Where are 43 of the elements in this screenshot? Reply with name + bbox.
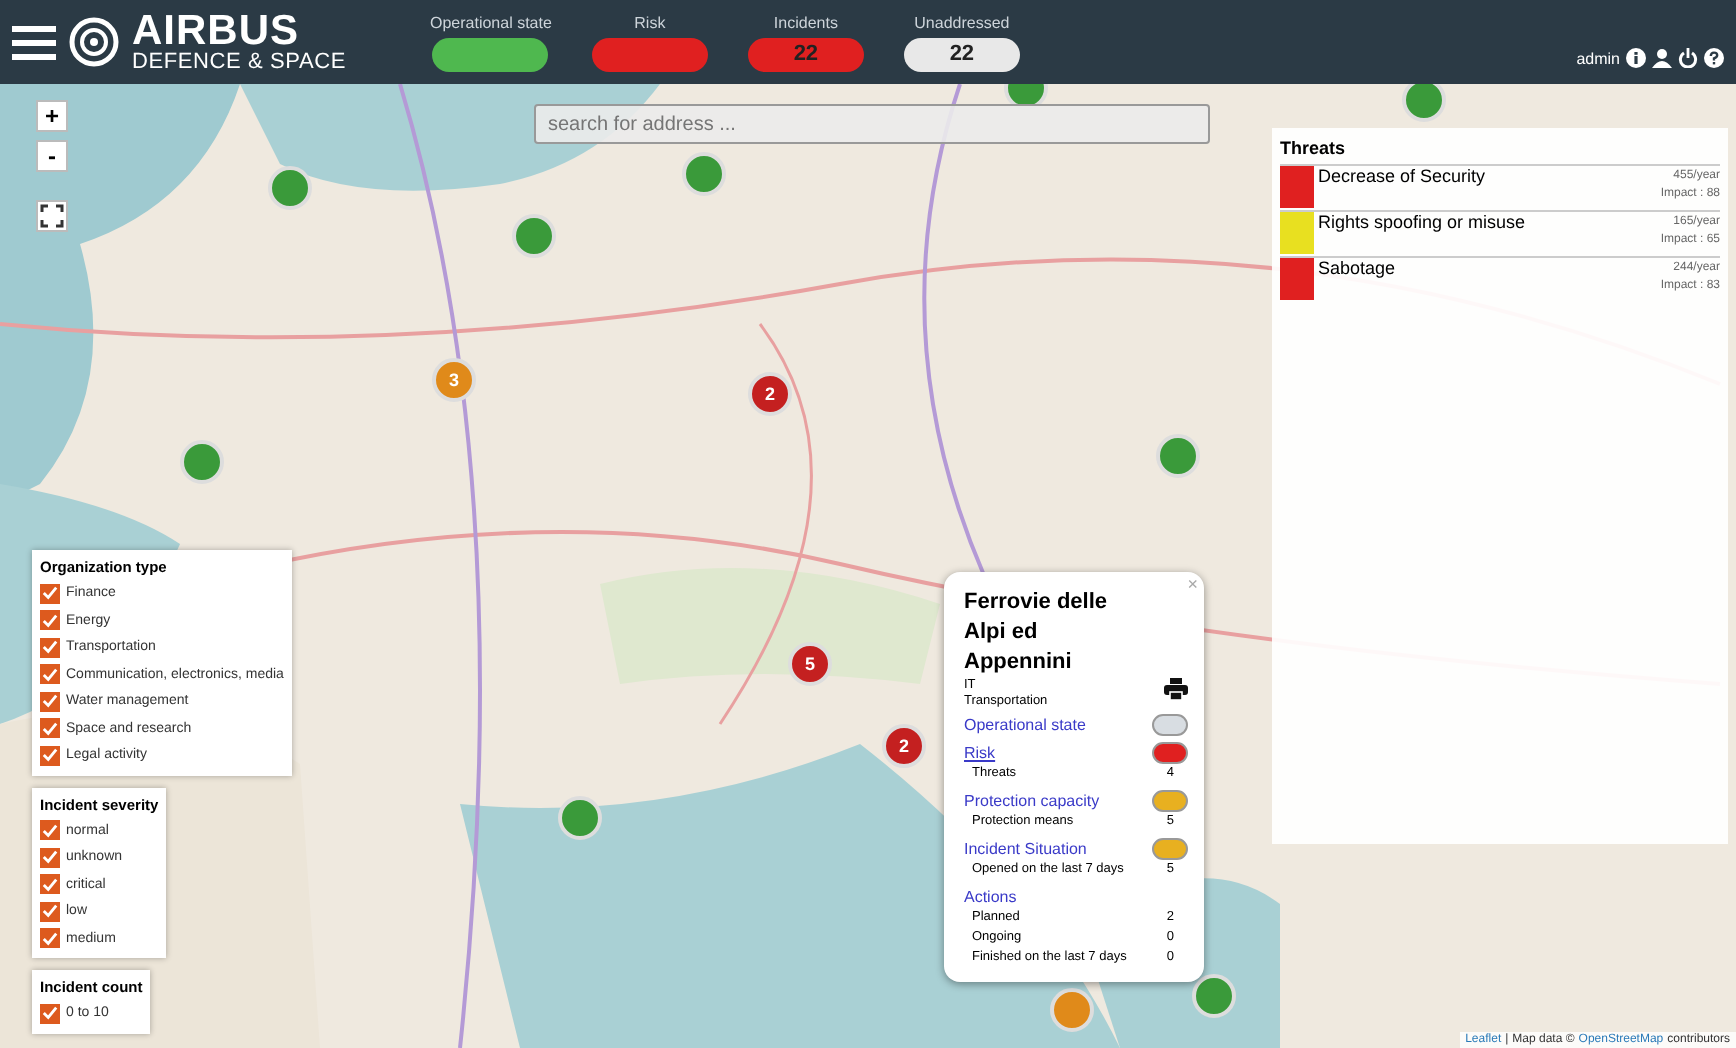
indicator-label: Operational state [430,13,552,31]
checkbox[interactable] [40,637,60,658]
section-link[interactable]: Actions [964,887,1017,905]
checkbox[interactable] [40,874,60,895]
info-icon[interactable] [1626,48,1646,68]
checkbox[interactable] [40,664,60,685]
threat-name: Decrease of Security [1316,166,1488,186]
checkbox[interactable] [40,820,60,841]
search-field[interactable]: search for address ... [534,104,1210,144]
help-icon[interactable] [1704,48,1724,68]
logo-subtitle: DEFENCE & SPACE [132,52,346,74]
checkbox[interactable] [40,847,60,868]
checkbox[interactable] [40,583,60,604]
site-name: Ferrovie delle Alpi ed Appennini [964,588,1110,678]
checkbox[interactable] [40,610,60,631]
status-pill: 22 [747,37,864,71]
section-link[interactable]: Risk [964,743,996,761]
indicator-label: Incidents [773,13,838,31]
section-link[interactable]: Incident Situation [964,839,1087,857]
threat-name: Rights spoofing or misuse [1316,212,1528,232]
fullscreen-button[interactable] [36,200,68,232]
indicator-label: Risk [634,13,666,31]
logo-name: AIRBUS [132,10,300,52]
user-name: admin [1576,49,1620,67]
checkbox[interactable] [40,745,60,766]
power-icon[interactable] [1678,48,1698,68]
checkbox[interactable] [40,718,60,739]
menu-icon[interactable] [12,25,56,59]
fullscreen-icon [40,204,64,228]
checkbox[interactable] [40,901,60,922]
checkbox[interactable] [40,1003,60,1024]
threat-name: Sabotage [1316,258,1398,278]
user-icon[interactable] [1652,48,1672,68]
checkbox[interactable] [40,928,60,949]
status-pill: 22 [903,37,1020,71]
panel-title: Threats [1280,138,1348,158]
printer-icon[interactable] [1164,678,1188,700]
section-link[interactable]: Operational state [964,715,1086,733]
checkbox[interactable] [40,691,60,712]
zoom-button[interactable]: - [36,140,68,172]
indicator-label: Unaddressed [914,13,1010,31]
zoom-button[interactable]: + [36,100,68,132]
section-link[interactable]: Protection capacity [964,791,1100,809]
